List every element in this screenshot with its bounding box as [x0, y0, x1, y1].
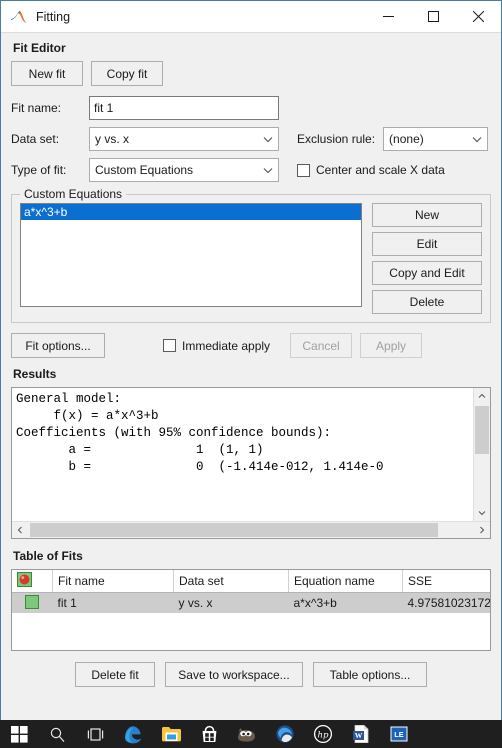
table-options-button[interactable]: Table options... — [313, 662, 427, 687]
table-of-fits-title: Table of Fits — [13, 549, 83, 563]
exclusion-rule-value: (none) — [389, 132, 424, 146]
scroll-down-icon[interactable] — [474, 505, 490, 521]
thunderbird-icon[interactable] — [266, 720, 304, 748]
chevron-down-icon — [258, 167, 278, 174]
cancel-button[interactable]: Cancel — [290, 333, 353, 358]
scroll-up-icon[interactable] — [474, 388, 490, 404]
plot-toggle-cell[interactable] — [12, 592, 53, 613]
data-set-label: Data set: — [11, 132, 60, 146]
column-header-sse[interactable]: SSE — [402, 570, 490, 593]
delete-equation-button[interactable]: Delete — [372, 290, 482, 314]
bottom-button-bar: Delete fit Save to workspace... Table op… — [11, 662, 491, 687]
minimize-icon[interactable] — [366, 1, 411, 32]
red-sphere-icon — [17, 572, 32, 590]
scroll-thumb[interactable] — [30, 523, 438, 537]
table-of-fits-panel: Fit name Data set Equation name SSE R-..… — [11, 569, 491, 651]
svg-text:LE: LE — [394, 730, 404, 739]
cell-equation-name: a*x^3+b — [288, 592, 403, 613]
fit-options-row: Fit options... Immediate apply Cancel Ap… — [11, 333, 491, 358]
custom-equations-list[interactable]: a*x^3+b — [20, 203, 362, 307]
file-explorer-icon[interactable] — [152, 720, 190, 748]
gimp-icon[interactable] — [228, 720, 266, 748]
cell-fit-name: fit 1 — [52, 592, 174, 613]
new-fit-button[interactable]: New fit — [11, 61, 83, 86]
results-main: General model: f(x) = a*x^3+b Coefficien… — [12, 388, 490, 521]
edge-browser-icon[interactable] — [114, 720, 152, 748]
save-to-workspace-button[interactable]: Save to workspace... — [165, 662, 303, 687]
microsoft-store-icon[interactable] — [190, 720, 228, 748]
close-icon[interactable] — [456, 1, 501, 32]
type-of-fit-dropdown[interactable]: Custom Equations — [89, 158, 279, 182]
custom-equations-buttons: New Edit Copy and Edit Delete — [372, 203, 482, 314]
scroll-right-icon[interactable] — [474, 522, 490, 538]
immediate-apply-wrap: Immediate apply — [163, 339, 270, 353]
table-row[interactable]: fit 1 y vs. x a*x^3+b 4.97581023172587..… — [12, 592, 490, 613]
custom-equations-group-title: Custom Equations — [20, 187, 127, 201]
fit-name-label: Fit name: — [11, 101, 62, 115]
plot-toggle-column-header[interactable] — [12, 570, 53, 593]
custom-equations-area: a*x^3+b New Edit Copy and Edit Delete — [20, 203, 482, 314]
list-item[interactable]: a*x^3+b — [21, 204, 361, 220]
scroll-track[interactable] — [474, 404, 490, 505]
type-of-fit-row: Type of fit: Custom Equations Center and… — [11, 158, 491, 182]
column-header-data-set[interactable]: Data set — [173, 570, 289, 593]
immediate-apply-checkbox[interactable] — [163, 339, 176, 352]
center-and-scale-label: Center and scale X data — [316, 163, 445, 177]
results-panel: General model: f(x) = a*x^3+b Coefficien… — [11, 387, 491, 539]
scroll-thumb[interactable] — [475, 406, 489, 454]
chevron-down-icon — [467, 136, 487, 143]
results-vertical-scrollbar[interactable] — [473, 388, 490, 521]
fit-options-button[interactable]: Fit options... — [11, 333, 105, 358]
exclusion-rule-dropdown[interactable]: (none) — [383, 127, 489, 151]
fit-name-row: Fit name: — [11, 96, 491, 120]
fit-name-input[interactable] — [89, 96, 279, 120]
exclusion-rule-label: Exclusion rule: — [297, 132, 376, 146]
new-equation-button[interactable]: New — [372, 203, 482, 227]
dialog-body: Fit Editor New fit Copy fit Fit name: Da… — [1, 41, 501, 687]
center-and-scale-checkbox[interactable] — [297, 163, 310, 177]
fits-table: Fit name Data set Equation name SSE R-..… — [12, 570, 490, 613]
type-of-fit-label: Type of fit: — [11, 163, 67, 177]
word-icon[interactable]: W — [342, 720, 380, 748]
table-header-row: Fit name Data set Equation name SSE R-..… — [12, 570, 490, 593]
data-set-row: Data set: y vs. x Exclusion rule: (none) — [11, 127, 491, 151]
immediate-apply-label: Immediate apply — [182, 338, 271, 353]
copy-fit-button[interactable]: Copy fit — [91, 61, 163, 86]
green-square-icon — [25, 594, 40, 612]
cell-sse: 4.97581023172587... — [402, 592, 490, 613]
start-button-icon[interactable] — [0, 720, 38, 748]
fit-editor-title: Fit Editor — [13, 41, 66, 55]
svg-text:W: W — [354, 731, 362, 740]
column-header-equation-name[interactable]: Equation name — [288, 570, 403, 593]
results-title: Results — [13, 367, 57, 381]
search-icon[interactable] — [38, 720, 76, 748]
results-text: General model: f(x) = a*x^3+b Coefficien… — [16, 392, 384, 474]
copy-and-edit-equation-button[interactable]: Copy and Edit — [372, 261, 482, 285]
scroll-track[interactable] — [28, 522, 474, 538]
blue-app-icon[interactable]: LE — [380, 720, 418, 748]
custom-equations-group: Custom Equations a*x^3+b New Edit Copy a… — [11, 187, 491, 323]
svg-text:hp: hp — [317, 730, 329, 740]
fitting-dialog-window: Fitting Fit Editor New fit Copy fit Fit … — [0, 0, 502, 722]
results-horizontal-scrollbar[interactable] — [12, 521, 490, 538]
title-bar: Fitting — [1, 1, 501, 33]
edit-equation-button[interactable]: Edit — [372, 232, 482, 256]
maximize-icon[interactable] — [411, 1, 456, 32]
windows-taskbar: hp W LE — [0, 720, 502, 748]
window-title: Fitting — [36, 9, 71, 24]
task-view-icon[interactable] — [76, 720, 114, 748]
matlab-membrane-icon — [10, 8, 28, 26]
chevron-down-icon — [258, 136, 278, 143]
apply-button[interactable]: Apply — [360, 333, 423, 358]
delete-fit-button[interactable]: Delete fit — [75, 662, 155, 687]
scroll-left-icon[interactable] — [12, 522, 28, 538]
type-of-fit-value: Custom Equations — [95, 163, 194, 177]
column-header-fit-name[interactable]: Fit name — [52, 570, 174, 593]
data-set-value: y vs. x — [95, 132, 130, 146]
hp-icon[interactable]: hp — [304, 720, 342, 748]
cell-data-set: y vs. x — [173, 592, 289, 613]
data-set-dropdown[interactable]: y vs. x — [89, 127, 279, 151]
fit-action-buttons: New fit Copy fit — [11, 61, 491, 86]
